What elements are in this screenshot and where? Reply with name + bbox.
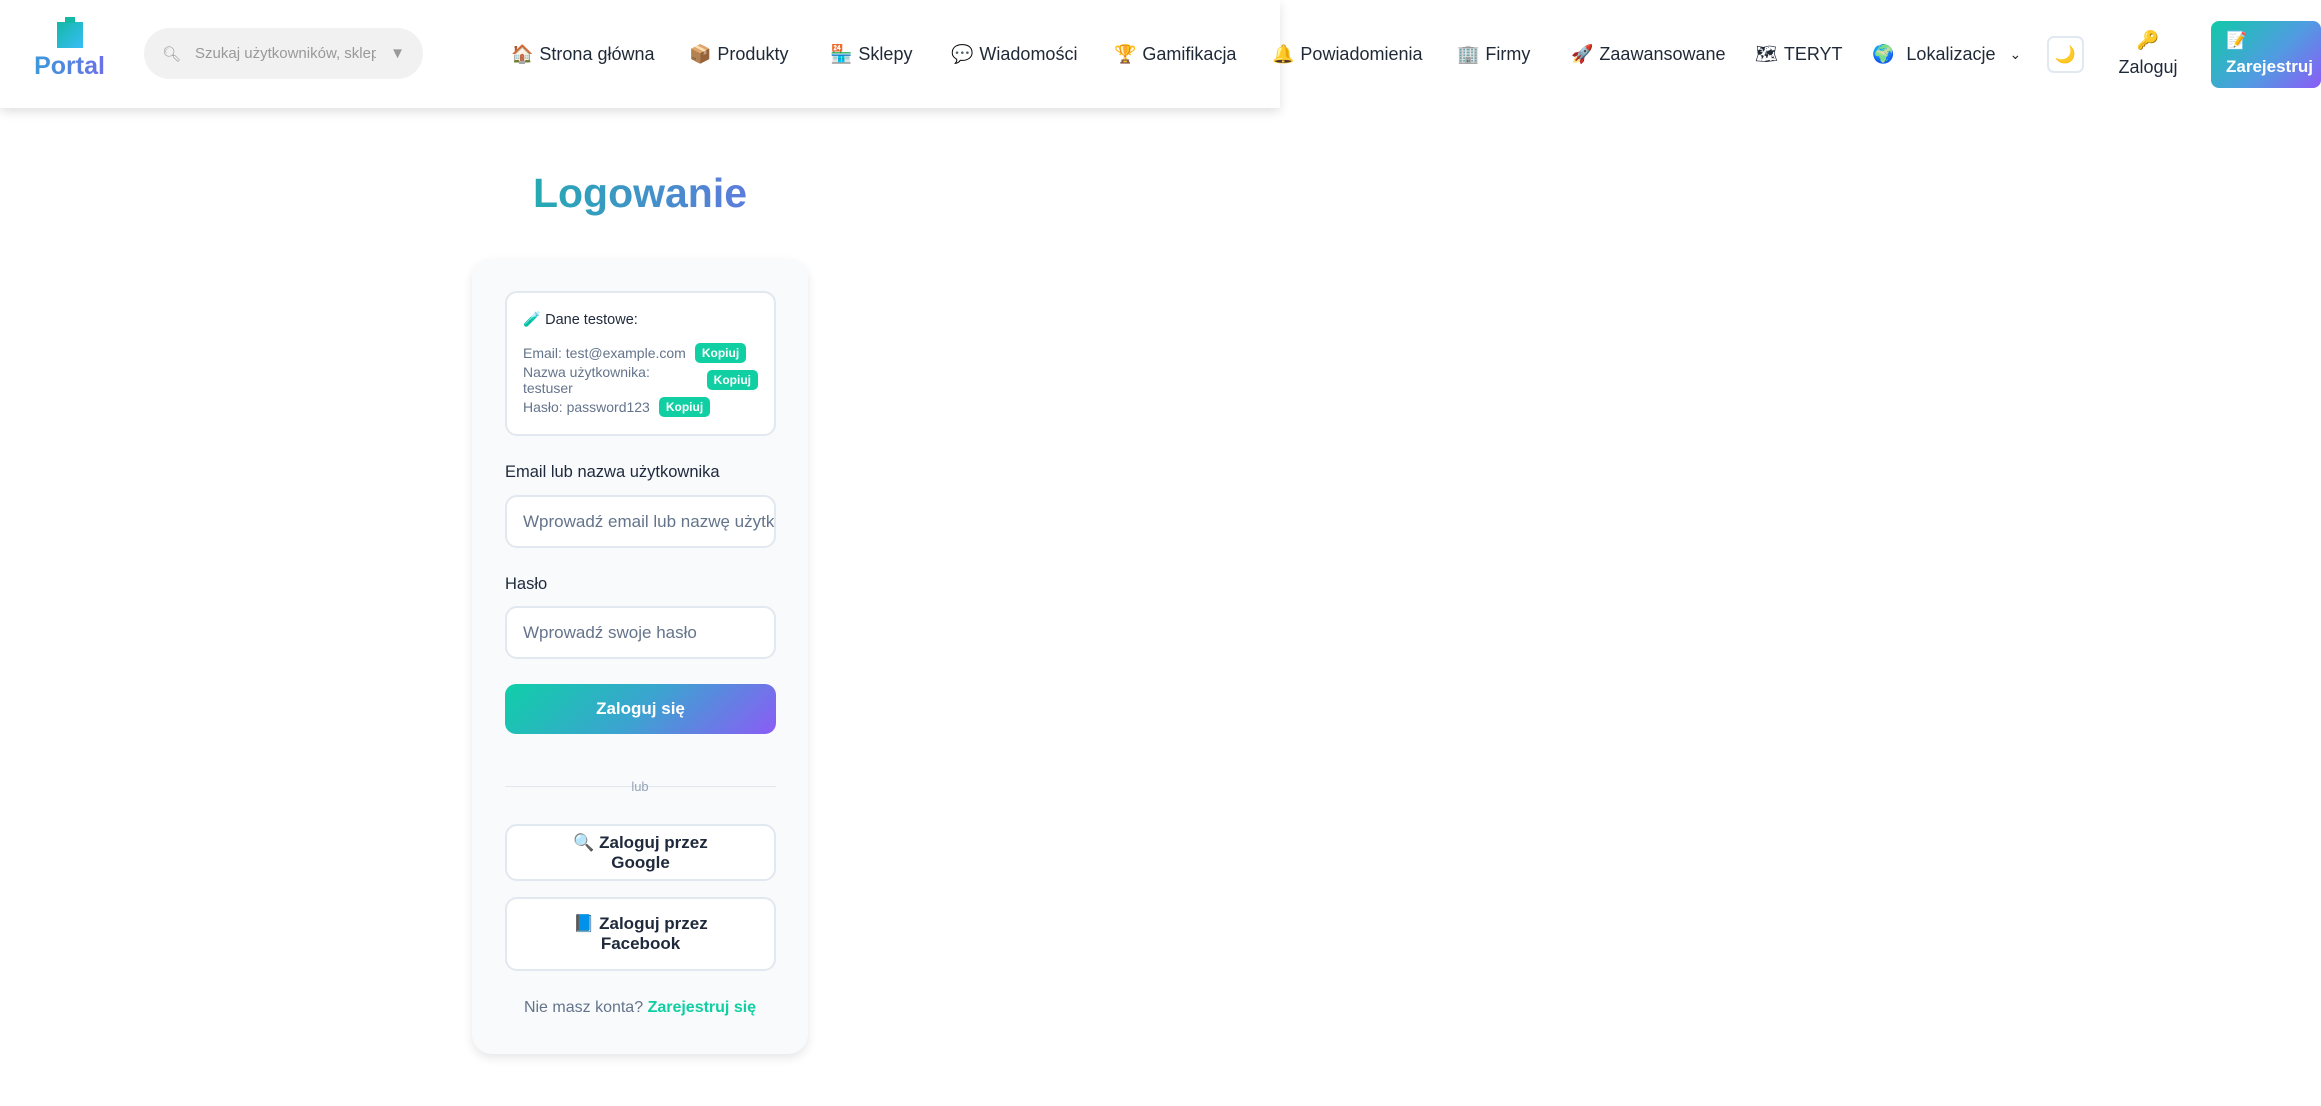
test-data-row: Hasło: password123 Kopiuj — [523, 396, 758, 417]
key-icon: 🔑 — [2136, 30, 2160, 50]
register-prompt: Nie masz konta? Zarejestruj się — [472, 999, 808, 1017]
nav-shops[interactable]: 🏪 Sklepy — [830, 44, 912, 65]
nav-label: Lokalizacje — [1906, 44, 1996, 64]
divider-text: lub — [631, 779, 649, 794]
test-data-title: Dane testowe: — [545, 312, 638, 328]
map-icon: 🗺 — [1755, 44, 1778, 64]
search-input[interactable]: Szukaj użytkowników, sklep — [195, 45, 376, 62]
memo-icon: 📝 — [2226, 31, 2248, 50]
filter-icon[interactable]: ▼ — [390, 45, 405, 62]
register-link[interactable]: Zarejestruj się — [648, 999, 757, 1016]
password-input[interactable]: Wprowadź swoje hasło — [505, 606, 776, 659]
trophy-icon: 🏆 — [1114, 44, 1137, 64]
nav-notifications[interactable]: 🔔 Powiadomienia — [1272, 44, 1423, 65]
rocket-icon: 🚀 — [1571, 44, 1594, 64]
search-bar[interactable]: 🔍︎ Szukaj użytkowników, sklep ▼ — [144, 28, 423, 79]
copy-password-button[interactable]: Kopiuj — [658, 396, 711, 417]
store-icon: 🏪 — [830, 44, 853, 64]
test-email: Email: test@example.com — [523, 344, 686, 361]
email-label: Email lub nazwa użytkownika — [505, 463, 720, 481]
home-icon: 🏠 — [511, 44, 534, 64]
nav-label: TERYT — [1783, 44, 1843, 64]
box-icon: 📦 — [689, 44, 712, 64]
speech-bubble-icon: 💬 — [951, 44, 974, 64]
facebook-login-button[interactable]: 📘 Zaloguj przez Facebook — [505, 897, 776, 971]
nav-label: Strona główna — [539, 44, 655, 64]
register-label: Zarejestruj — [2226, 57, 2313, 76]
nav-home[interactable]: 🏠 Strona główna — [511, 44, 655, 65]
login-label: Zaloguj — [2118, 57, 2178, 77]
nav-gamification[interactable]: 🏆 Gamifikacja — [1114, 44, 1236, 65]
nav-advanced[interactable]: 🚀 Zaawansowane — [1571, 44, 1726, 65]
test-tube-icon: 🧪 — [523, 312, 542, 328]
nav-companies[interactable]: 🏢 Firmy — [1457, 44, 1530, 65]
google-login-button[interactable]: 🔍 Zaloguj przez Google — [505, 824, 776, 881]
globe-icon: 🌍 — [1872, 44, 1895, 64]
nav-label: Powiadomienia — [1300, 44, 1423, 64]
test-data-row: Email: test@example.com Kopiuj — [523, 342, 758, 363]
nav-teryt[interactable]: 🗺 TERYT — [1755, 44, 1843, 65]
test-username: Nazwa użytkownika: testuser — [523, 363, 650, 396]
nav-products[interactable]: 📦 Produkty — [689, 44, 788, 65]
email-input[interactable]: Wprowadź email lub nazwę użytk — [505, 495, 776, 548]
test-data-row: Nazwa użytkownika: testuser Kopiuj — [523, 364, 758, 396]
nav-label: Firmy — [1485, 44, 1531, 64]
logo-icon — [56, 17, 83, 48]
search-icon: 🔍︎ — [162, 45, 182, 63]
login-submit-button[interactable]: Zaloguj się — [505, 684, 776, 734]
bell-icon: 🔔 — [1272, 44, 1295, 64]
nav-messages[interactable]: 💬 Wiadomości — [951, 44, 1077, 65]
nav-label: Zaawansowane — [1599, 44, 1726, 64]
test-data-box: 🧪 Dane testowe: Email: test@example.com K… — [505, 291, 776, 436]
copy-email-button[interactable]: Kopiuj — [694, 342, 747, 363]
logo[interactable]: Portal — [32, 17, 107, 81]
register-button[interactable]: 📝 Zarejestruj — [2211, 21, 2321, 88]
test-password: Hasło: password123 — [523, 398, 650, 415]
login-card: 🧪 Dane testowe: Email: test@example.com K… — [472, 259, 808, 1054]
copy-username-button[interactable]: Kopiuj — [706, 369, 758, 390]
theme-toggle-button[interactable]: 🌙 — [2047, 36, 2084, 73]
login-link[interactable]: 🔑 Zaloguj — [2118, 30, 2178, 78]
logo-text: Portal — [32, 52, 107, 81]
nav-label: Sklepy — [858, 44, 913, 64]
page-title: Logowanie — [472, 170, 808, 217]
moon-icon: 🌙 — [2054, 44, 2077, 64]
password-label: Hasło — [505, 575, 548, 593]
nav-label: Gamifikacja — [1142, 44, 1237, 64]
nav-locations-dropdown[interactable]: 🌍 Lokalizacje ⌄ — [1872, 44, 2021, 65]
chevron-down-icon: ⌄ — [2009, 46, 2022, 62]
nav-label: Wiadomości — [979, 44, 1078, 64]
building-icon: 🏢 — [1457, 44, 1480, 64]
register-prompt-text: Nie masz konta? — [523, 999, 644, 1016]
nav-label: Produkty — [717, 44, 789, 64]
